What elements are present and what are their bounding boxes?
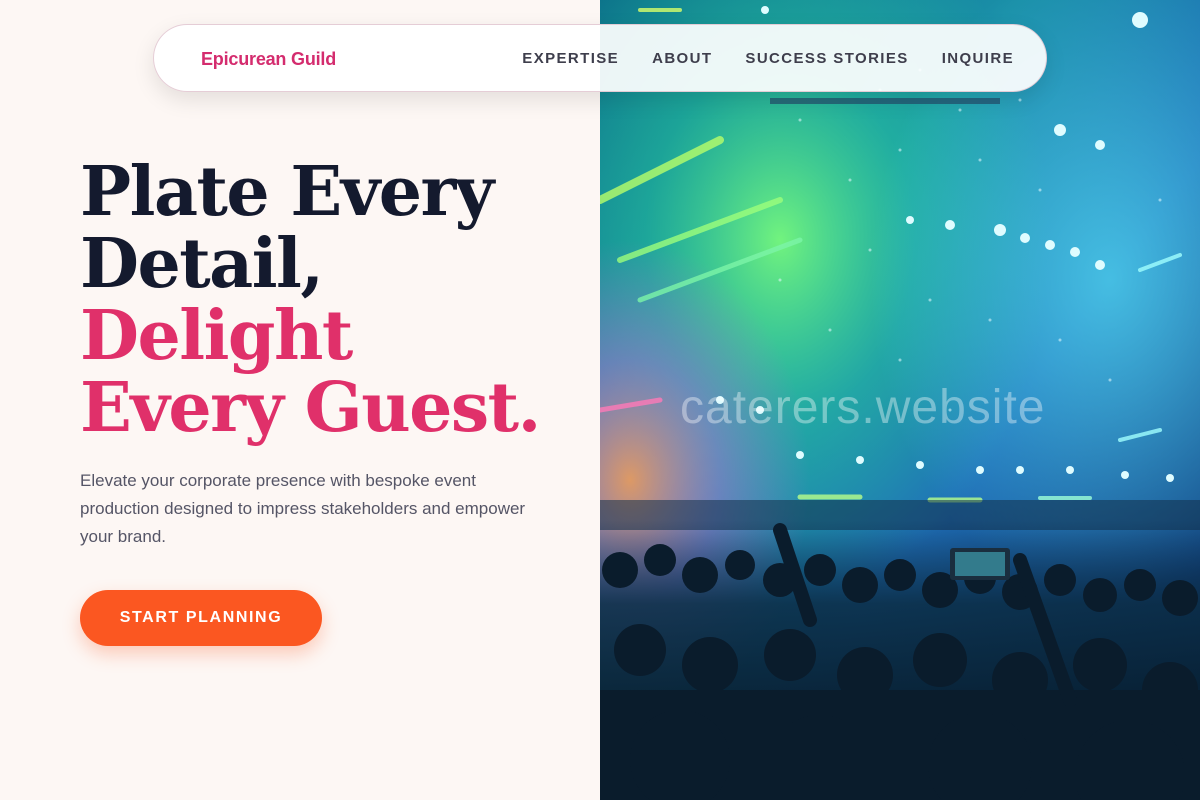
brand-logo[interactable]: Epicurean Guild <box>201 49 336 70</box>
headline-line-1: Plate Every <box>80 152 494 232</box>
hero-headline: Plate Every Detail, Delight Every Guest. <box>80 156 600 444</box>
nav-link-inquire[interactable]: INQUIRE <box>942 50 1014 67</box>
landing-page: Plate Every Detail, Delight Every Guest.… <box>0 0 1200 800</box>
hero-left-panel: Plate Every Detail, Delight Every Guest.… <box>0 0 600 800</box>
nav-link-success-stories[interactable]: SUCCESS STORIES <box>745 50 908 67</box>
hero-subtext: Elevate your corporate presence with bes… <box>80 471 526 546</box>
nav-links: EXPERTISE ABOUT SUCCESS STORIES INQUIRE <box>522 50 1014 67</box>
headline-line-2: Detail, <box>80 224 324 304</box>
watermark-text: caterers.website <box>680 381 1046 434</box>
top-navbar: Epicurean Guild EXPERTISE ABOUT SUCCESS … <box>153 24 1047 92</box>
headline-line-4: Every Guest. <box>80 368 541 448</box>
nav-link-about[interactable]: ABOUT <box>652 50 712 67</box>
nav-link-expertise[interactable]: EXPERTISE <box>522 50 619 67</box>
start-planning-button[interactable]: START PLANNING <box>80 590 322 646</box>
headline-line-3: Delight <box>80 296 353 376</box>
